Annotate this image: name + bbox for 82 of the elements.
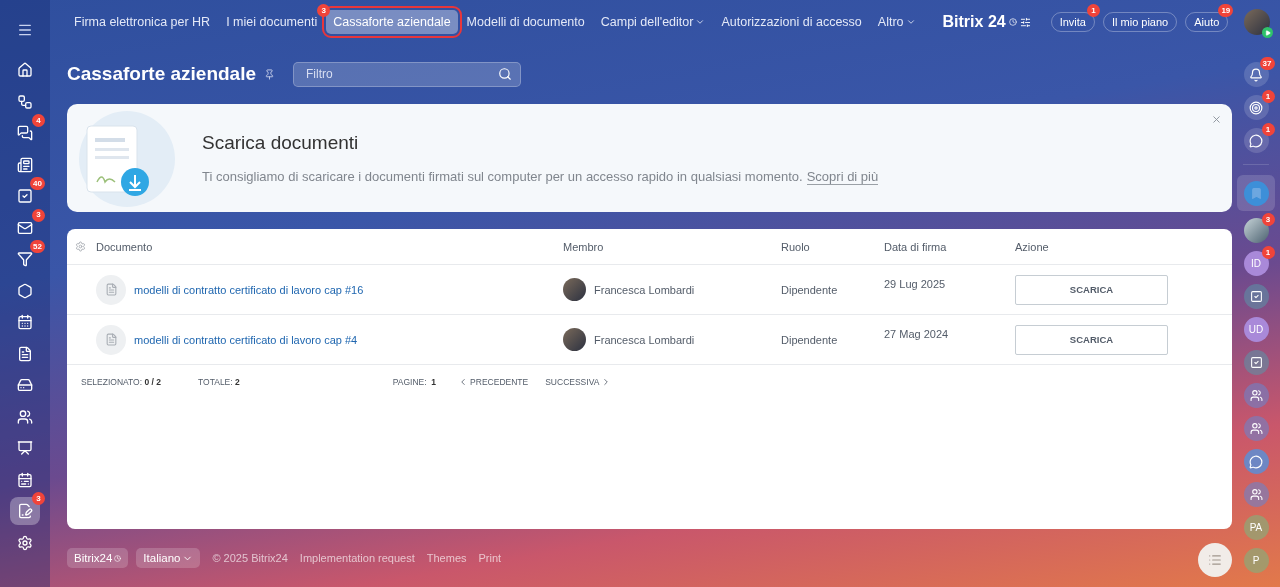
- table-cell-text: Dipendente: [781, 283, 839, 296]
- notification-badge: 40: [30, 177, 45, 190]
- funnel-icon[interactable]: [17, 251, 33, 267]
- table-cell-text: 27 Mag 2024: [884, 327, 950, 340]
- column-header[interactable]: Azione: [1015, 240, 1232, 253]
- language-selector[interactable]: Italiano: [136, 548, 201, 568]
- signed-document-icon: [17, 503, 33, 519]
- chat-icon[interactable]: [1249, 133, 1263, 148]
- calendar-list-icon[interactable]: [17, 471, 33, 488]
- bell-icon[interactable]: [1249, 67, 1263, 82]
- nav-tab[interactable]: Altro: [870, 10, 923, 34]
- notification-badge: 3: [1261, 213, 1275, 226]
- avatar-photo[interactable]: [1243, 218, 1269, 243]
- page-count: PAGINE: 1: [392, 377, 437, 387]
- next-page-link[interactable]: SUCCESSIVA: [545, 377, 612, 387]
- download-button[interactable]: SCARICA: [1015, 324, 1168, 355]
- page-title: Cassaforte aziendale: [67, 63, 257, 85]
- selected-count: SELEZIONATO: 0 / 2: [81, 377, 161, 387]
- member-avatar: [563, 278, 586, 301]
- nav-tab[interactable]: Autorizzazioni di accesso: [714, 10, 869, 34]
- flow-icon[interactable]: [17, 93, 33, 110]
- notification-badge: 19: [1218, 4, 1234, 17]
- group-icon[interactable]: [1249, 488, 1263, 501]
- download-button[interactable]: SCARICA: [1015, 274, 1168, 305]
- list-icon: [1208, 553, 1222, 567]
- newspaper-icon[interactable]: [17, 156, 33, 173]
- group-icon[interactable]: [1249, 389, 1263, 402]
- close-icon[interactable]: [1211, 114, 1222, 125]
- document-icon: [96, 324, 126, 355]
- nav-tab[interactable]: Campi dell'editor: [593, 10, 713, 34]
- hexagon-icon[interactable]: [17, 282, 33, 299]
- task-icon[interactable]: [1249, 356, 1263, 369]
- previous-page-link[interactable]: PRECEDENTE: [458, 377, 529, 387]
- table-cell-text: 29 Lug 2025: [884, 277, 947, 290]
- user-avatar[interactable]: [1244, 9, 1271, 35]
- nav-tab[interactable]: Modelli di documento: [459, 10, 592, 34]
- notification-badge: 3: [32, 208, 45, 222]
- selected-sidebar-item[interactable]: [10, 497, 40, 525]
- home-icon[interactable]: [17, 62, 33, 78]
- notification-badge: 1: [1261, 123, 1275, 136]
- users-icon[interactable]: [17, 408, 33, 425]
- drive-icon[interactable]: [17, 377, 33, 393]
- presentation-icon[interactable]: [17, 440, 33, 456]
- column-header[interactable]: Data di firma: [884, 240, 1015, 253]
- chat-button[interactable]: [1198, 543, 1232, 577]
- document-icon: [96, 274, 126, 305]
- logo: Bitrix 24: [942, 13, 1031, 31]
- notification-badge: 4: [32, 114, 45, 127]
- notification-badge: 1: [1086, 4, 1100, 17]
- banner-title: Scarica documenti: [202, 132, 360, 154]
- notification-badge: 37: [1259, 57, 1275, 70]
- pin-icon[interactable]: [264, 68, 276, 80]
- document-link[interactable]: modelli di contratto certificato di lavoro cap #16: [134, 283, 364, 296]
- document-link[interactable]: modelli di contratto certificato di lavoro cap #4: [134, 333, 358, 346]
- column-header[interactable]: Documento: [96, 240, 563, 253]
- notification-badge: 3: [32, 492, 45, 505]
- nav-tab[interactable]: Firma elettronica per HR: [67, 10, 218, 34]
- member-avatar: [563, 328, 586, 351]
- task-icon[interactable]: [1249, 290, 1263, 303]
- notification-badge: 1: [1261, 90, 1275, 103]
- total-count: TOTALE: 2: [198, 377, 240, 387]
- notification-badge: 3: [317, 4, 331, 17]
- notification-badge: 1: [1261, 246, 1275, 259]
- search-icon: [498, 66, 513, 81]
- table-cell-text: Dipendente: [781, 333, 839, 346]
- chat-icon[interactable]: [17, 125, 33, 141]
- menu-icon[interactable]: [17, 22, 33, 38]
- mail-icon[interactable]: [17, 219, 33, 236]
- notification-badge: 52: [30, 240, 45, 253]
- checkbox-icon[interactable]: [17, 188, 33, 204]
- banner-text: Ti consigliamo di scaricare i documenti firmati sul computer per un accesso rapido in qualsiasi momento. Scopri di più: [202, 169, 879, 184]
- target-icon[interactable]: [1249, 100, 1263, 115]
- play-icon: [1262, 27, 1274, 38]
- learn-more-link[interactable]: Scopri di più: [806, 169, 879, 185]
- member-name: Francesca Lombardi: [594, 283, 695, 296]
- calendar-icon[interactable]: [17, 314, 33, 330]
- column-header[interactable]: Membro: [563, 240, 781, 253]
- document-icon[interactable]: [17, 345, 33, 362]
- column-header[interactable]: Ruolo: [781, 240, 884, 253]
- member-name: Francesca Lombardi: [594, 333, 695, 346]
- logo[interactable]: Bitrix24: [67, 548, 129, 568]
- group-icon[interactable]: [1249, 422, 1263, 435]
